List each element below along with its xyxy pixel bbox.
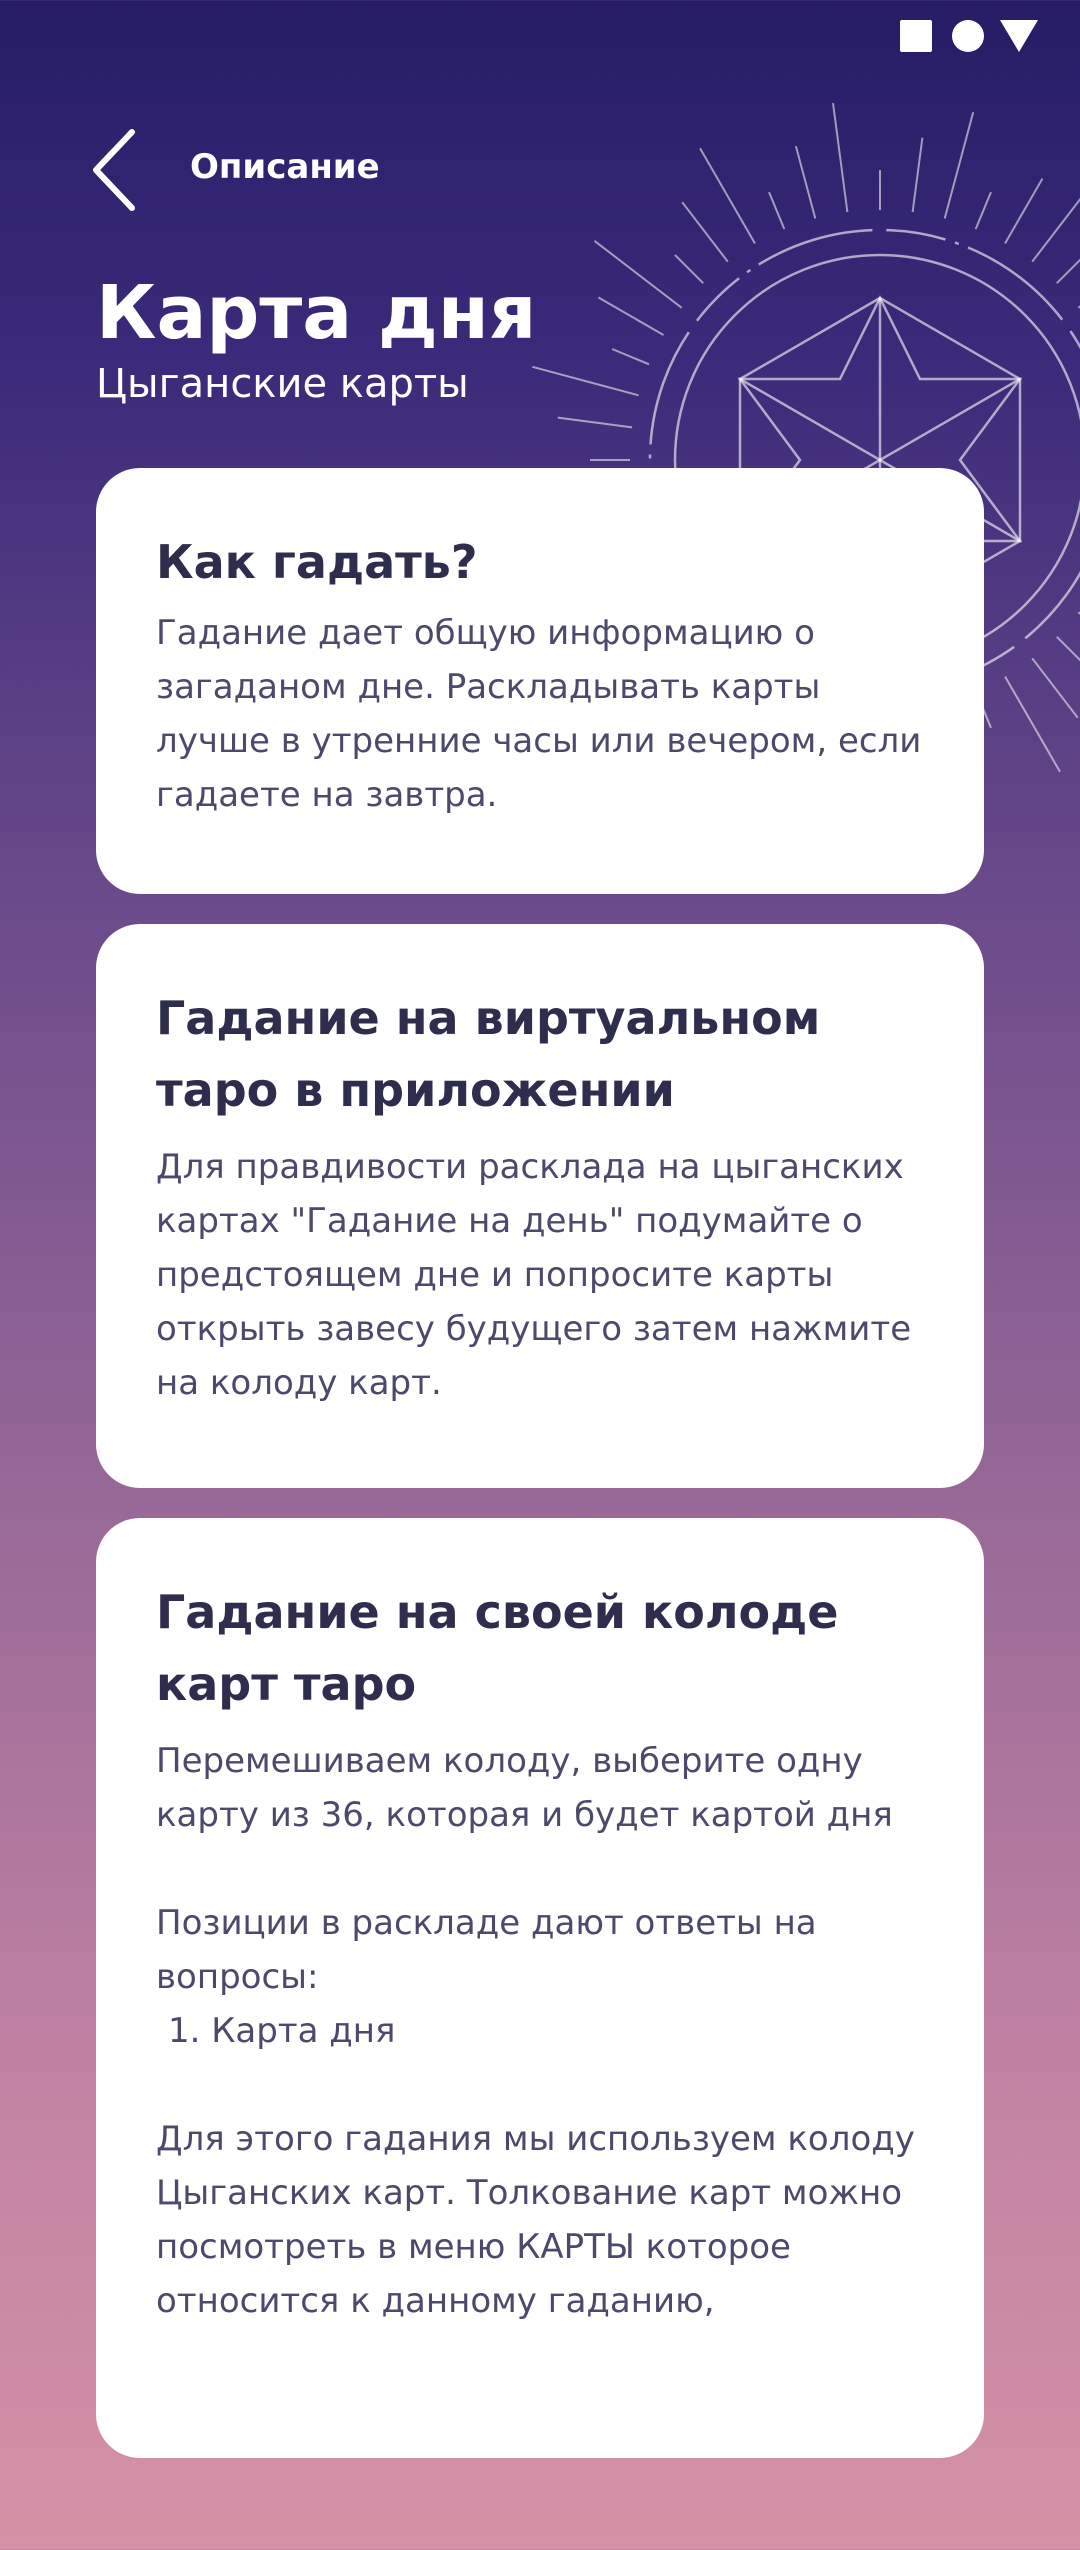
square-icon — [900, 20, 932, 52]
card-text: Гадание дает общую информацию о загадано… — [156, 613, 922, 815]
info-card-how-to: Как гадать? Гадание дает общую информаци… — [96, 468, 984, 894]
mandala-ray — [911, 137, 924, 213]
mandala-ray — [532, 365, 639, 397]
mandala-ray — [598, 296, 664, 336]
page-title: Карта дня — [96, 270, 537, 356]
mandala-ray — [974, 191, 992, 230]
mandala-ray — [1031, 657, 1079, 719]
mandala-ray — [593, 240, 683, 309]
list-item: 1. Карта дня — [168, 2011, 396, 2051]
status-bar — [780, 0, 1080, 80]
card-text: Для правдивости расклада на цыганских ка… — [156, 1147, 912, 1403]
chevron-left-icon — [93, 129, 135, 211]
page-subtitle: Цыганские карты — [96, 361, 469, 407]
card-title: Гадание на виртуальном таро в приложении — [156, 991, 821, 1117]
circle-icon — [952, 20, 984, 52]
card-title: Гадание на своей колоде карт таро — [156, 1585, 839, 1711]
mandala-ray — [1056, 258, 1080, 284]
header-label[interactable]: Описание — [190, 144, 380, 190]
card-text: Перемешиваем колоду, выберите одну карту… — [156, 1741, 893, 1835]
mandala-ray — [674, 254, 704, 284]
info-card-own-deck: Гадание на своей колоде карт таро Переме… — [96, 1518, 984, 2458]
mandala-ray — [1056, 636, 1080, 662]
positions-list: 1. Карта дня — [156, 2004, 924, 2058]
info-card-virtual-tarot: Гадание на виртуальном таро в приложении… — [96, 924, 984, 1488]
mandala-ray — [681, 201, 729, 263]
mandala-ray — [1031, 197, 1080, 263]
mandala-ray — [943, 112, 975, 219]
positions-intro: Позиции в раскладе дают ответы на вопрос… — [156, 1903, 817, 1997]
back-button[interactable] — [86, 120, 146, 220]
card-title: Как гадать? — [156, 535, 478, 589]
card-text-extra: Для этого гадания мы используем колоду Ц… — [156, 2119, 915, 2321]
mandala-ray — [794, 145, 817, 219]
mandala-ray — [1004, 676, 1061, 773]
mandala-ray — [1004, 178, 1044, 244]
mandala-ray — [611, 348, 650, 366]
mandala-ray — [699, 147, 756, 244]
triangle-icon — [1000, 20, 1038, 52]
mandala-ray — [832, 102, 849, 213]
mandala-ray — [557, 416, 633, 429]
mandala-ray — [768, 191, 786, 230]
